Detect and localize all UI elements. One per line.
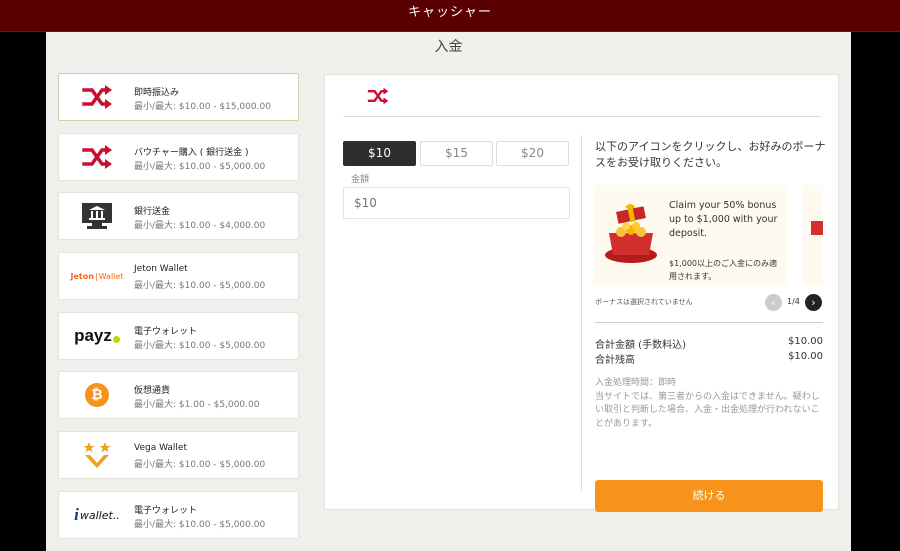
bitcoin-icon: ₿ [65,376,129,414]
bonus-card-next[interactable] [803,185,823,285]
method-voucher[interactable]: バウチャー購入 ( 銀行送金 ) 最小/最大: $10.00 - $5,000.… [58,133,299,181]
method-name: Jeton Wallet [134,264,188,274]
deposit-info: 入金処理時間：即時 当サイトでは、第三者からの入金はできません。疑わしい取引と判… [595,377,825,431]
vega-logo [65,436,129,474]
header-title: キャッシャー [407,5,492,20]
shuffle-icon [367,87,389,105]
total-amount-label: 合計金額 (手数料込) [595,340,686,351]
jeton-logo-subtext: Wallet [98,271,124,281]
method-iwallet[interactable]: i wallet.. 電子ウォレット 最小/最大: $10.00 - $5,000… [58,491,299,539]
iwallet-logo-text: wallet.. [79,508,120,522]
method-range: 最小/最大: $10.00 - $5,000.00 [134,162,266,172]
method-bank-transfer[interactable]: 銀行送金 最小/最大: $10.00 - $4,000.00 [58,192,299,240]
processing-time: 入金処理時間：即時 [595,378,677,388]
third-party-notice: 当サイトでは、第三者からの入金はできません。疑わしい取引と判断した場合、入金・出… [595,391,820,429]
bank-icon [65,197,129,235]
method-range: 最小/最大: $10.00 - $5,000.00 [134,281,266,291]
iwallet-logo: i wallet.. [74,505,120,524]
method-name: 電子ウォレット [134,327,198,337]
bitcoin-glyph: ₿ [85,383,109,407]
chevron-right-icon[interactable]: › [805,294,822,311]
shuffle-icon [65,78,129,116]
method-instant-transfer[interactable]: 即時振込み 最小/最大: $10.00 - $15,000.00 [58,73,299,121]
bonus-status: ボーナスは選択されていません [595,298,693,306]
bonus-title: 以下のアイコンをクリックし、お好みのボーナスをお受け取りください。 [595,140,826,169]
method-range: 最小/最大: $1.00 - $5,000.00 [134,400,260,410]
amount-option-10[interactable]: $10 [343,141,416,166]
amount-option-15[interactable]: $15 [420,141,493,166]
total-amount-row: 合計金額 (手数料込) $10.00 [595,336,823,351]
method-vega-wallet[interactable]: Vega Wallet 最小/最大: $10.00 - $5,000.00 [58,431,299,479]
method-payz[interactable]: payz 電子ウォレット 最小/最大: $10.00 - $5,000.00 [58,312,299,360]
amount-option-20[interactable]: $20 [496,141,569,166]
gift-box-icon [603,203,659,265]
total-balance-label: 合計残高 [595,355,635,366]
total-balance-value: $10.00 [788,351,823,362]
cashier-header: キャッシャー [0,0,900,32]
selected-method-header [343,75,821,117]
payz-logo: payz [65,317,129,355]
total-amount-value: $10.00 [788,336,823,347]
divider [595,322,823,323]
method-name: Vega Wallet [134,443,187,453]
jeton-logo: Jeton | Wallet [70,271,124,281]
cashier-panel: 入金 即時振込み 最小/最大: $10.00 - $15,000.00 バウチャ… [46,32,851,551]
method-name: バウチャー購入 ( 銀行送金 ) [134,148,249,158]
method-jeton-wallet[interactable]: Jeton | Wallet Jeton Wallet 最小/最大: $10.00 … [58,252,299,300]
method-name: 電子ウォレット [134,506,198,516]
bonus-offer-text: Claim your 50% bonus up to $1,000 with y… [669,200,778,239]
bonus-card[interactable]: Claim your 50% bonus up to $1,000 with y… [593,185,787,285]
continue-button[interactable]: 続ける [595,480,823,512]
jeton-logo-text: Jeton [70,271,94,281]
shuffle-icon [65,138,129,176]
method-range: 最小/最大: $10.00 - $4,000.00 [134,221,266,231]
method-name: 仮想通貨 [134,386,171,396]
chevron-left-icon[interactable]: ‹ [765,294,782,311]
amount-label: 金額 [351,175,370,185]
bonus-pager: 1/4 [787,297,800,306]
method-name: 銀行送金 [134,207,171,217]
method-name: 即時振込み [134,88,180,98]
total-balance-row: 合計残高 $10.00 [595,351,823,366]
gift-box-icon [811,221,823,235]
payz-logo-text: payz [74,326,112,345]
divider [581,135,582,491]
bonus-offer-note: $1,000以上のご入金にのみ適用されます。 [669,259,777,281]
method-range: 最小/最大: $10.00 - $5,000.00 [134,341,266,351]
amount-input[interactable] [343,187,570,219]
page-title: 入金 [434,39,463,55]
method-crypto[interactable]: ₿ 仮想通貨 最小/最大: $1.00 - $5,000.00 [58,371,299,419]
method-range: 最小/最大: $10.00 - $5,000.00 [134,460,266,470]
method-range: 最小/最大: $10.00 - $15,000.00 [134,102,271,112]
deposit-form: $10 $15 $20 金額 以下のアイコンをクリックし、お好みのボーナスをお受… [324,74,839,512]
method-range: 最小/最大: $10.00 - $5,000.00 [134,520,266,530]
